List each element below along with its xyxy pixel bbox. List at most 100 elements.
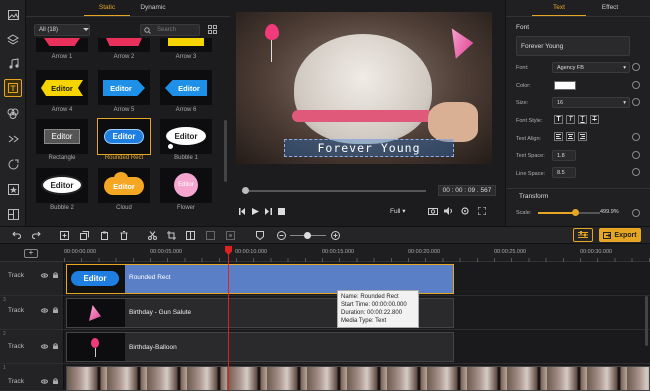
scale-slider-track[interactable] [538,212,600,214]
item-bubble-2[interactable]: Editor [36,168,88,203]
tab-dynamic[interactable]: Dynamic [130,0,176,16]
reset-icon[interactable] [632,133,640,141]
item-rounded-rect[interactable]: Editor [97,118,151,155]
lock-icon[interactable] [53,378,58,384]
sticker-icon[interactable] [4,180,22,198]
add-media-icon[interactable] [59,230,69,240]
reset-icon[interactable] [632,168,640,176]
zoom-out-icon[interactable] [276,230,286,240]
item-arrow-5[interactable]: Editor [98,70,150,105]
lock-icon[interactable] [53,343,58,349]
color-swatch[interactable] [554,81,576,90]
text-space-input[interactable]: 1.8 [552,150,576,161]
music-icon[interactable] [4,54,22,72]
grid-view-icon[interactable] [208,25,217,34]
item-bubble-1[interactable]: Editor [160,119,212,154]
tab-text[interactable]: Text [532,0,586,16]
layers-icon[interactable] [4,30,22,48]
lock-icon[interactable] [53,307,58,313]
item-arrow-3[interactable] [160,38,212,52]
item-rectangle[interactable]: Editor [36,119,88,154]
track-header: Track [0,262,64,295]
play-icon[interactable] [252,208,259,215]
divider [506,188,650,189]
stop-icon[interactable] [278,208,285,215]
prev-frame-icon[interactable] [239,208,246,215]
preview-progress-track[interactable] [242,190,426,192]
line-space-input[interactable]: 8.5 [552,167,576,178]
audio-settings-button[interactable] [573,228,593,242]
export-button[interactable]: Export [599,228,641,242]
item-label: Arrow 1 [51,54,73,60]
eye-icon[interactable] [41,308,48,313]
split-screen-icon[interactable] [4,205,22,223]
reset-icon[interactable] [632,98,640,106]
eye-icon[interactable] [41,273,48,278]
align-left-icon[interactable] [554,132,563,141]
paste-icon[interactable] [99,230,109,240]
scrollbar[interactable] [224,120,227,182]
zoom-in-icon[interactable] [330,230,340,240]
track-number: 2 [3,331,6,337]
marker-icon[interactable] [255,230,265,240]
zoom-dropdown[interactable]: Full ▾ [390,207,406,215]
undo-icon[interactable] [11,230,21,240]
underline-button[interactable]: T [578,115,587,124]
delete-icon[interactable] [119,230,129,240]
transition-icon[interactable] [4,130,22,148]
reset-icon[interactable] [632,209,640,217]
cut-icon[interactable] [147,230,157,240]
copy-icon[interactable] [79,230,89,240]
item-arrow-4[interactable]: Editor [36,70,88,105]
fullscreen-icon[interactable] [478,207,486,215]
media-icon[interactable] [4,6,22,24]
item-arrow-1[interactable] [36,38,88,52]
timeline-scrollbar[interactable] [645,296,648,346]
item-arrow-6[interactable]: Editor [160,70,212,105]
item-flower[interactable]: Editor [160,168,212,203]
volume-icon[interactable] [444,207,453,215]
clip-video[interactable] [66,366,650,391]
item-label: Arrow 2 [113,54,135,60]
split-icon[interactable] [185,230,195,240]
item-cloud[interactable]: Editor [98,168,150,203]
filter-dropdown[interactable]: All (18) [34,24,90,36]
reset-icon[interactable] [632,151,640,159]
filter-icon[interactable] [4,104,22,122]
size-dropdown[interactable]: 16 ▾ [552,97,630,108]
zoom-slider-handle[interactable] [304,232,311,239]
crop-icon[interactable] [166,230,176,240]
track-number: 1 [3,365,6,371]
line-space-label: Line Space: [516,171,546,177]
tooltip-name: Name: Rounded Rect [341,294,399,300]
item-label: Cloud [116,205,132,211]
next-frame-icon[interactable] [265,208,272,215]
snapshot-icon[interactable] [428,207,438,215]
align-center-icon[interactable] [566,132,575,141]
eye-icon[interactable] [41,344,48,349]
effect-icon[interactable] [4,155,22,173]
reset-icon[interactable] [632,81,640,89]
align-right-icon[interactable] [578,132,587,141]
text-icon[interactable] [4,79,22,97]
playhead-line [228,254,229,391]
clip-balloon[interactable]: Birthday-Balloon [66,332,454,362]
eye-icon[interactable] [41,379,48,384]
settings-icon[interactable] [461,207,469,215]
strikethrough-button[interactable]: T [590,115,599,124]
item-arrow-2[interactable] [98,38,150,52]
video-frame: Forever Young [236,12,492,164]
tab-static[interactable]: Static [84,0,130,16]
reset-icon[interactable] [632,63,640,71]
italic-button[interactable]: T [566,115,575,124]
overlay-text[interactable]: Forever Young [284,139,454,157]
lock-icon[interactable] [53,272,58,278]
clip-thumbnail: Editor [67,265,125,293]
add-track-button[interactable]: + [24,249,38,258]
tab-effect[interactable]: Effect [586,0,634,16]
preview-progress-handle[interactable] [242,187,249,194]
bold-button[interactable]: T [554,115,563,124]
redo-icon[interactable] [31,230,41,240]
text-input[interactable]: Forever Young [516,36,630,56]
font-dropdown[interactable]: Agency FB ▾ [552,62,630,73]
